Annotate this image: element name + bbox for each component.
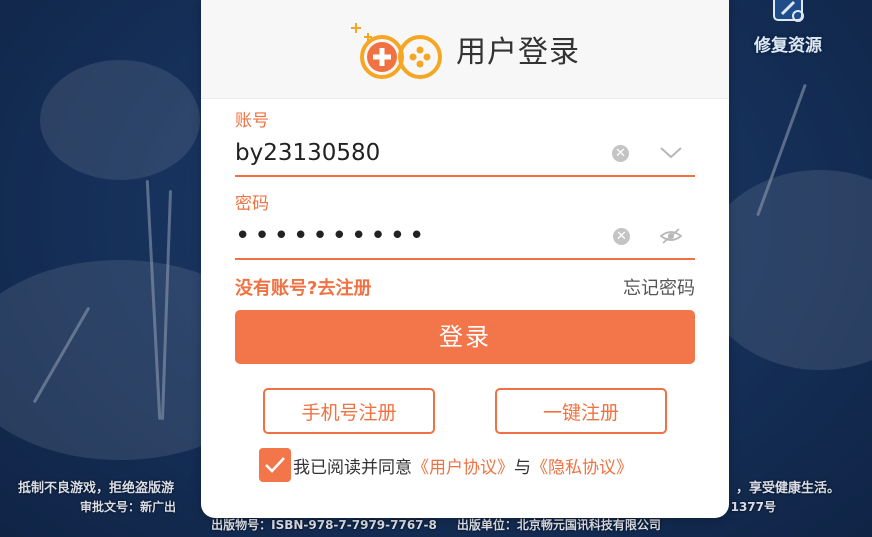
login-form: 账号 by23130580 ✕ 密码 •••••••••• ✕ 没有账号?去注册… (235, 98, 695, 482)
phone-register-button[interactable]: 手机号注册 (263, 388, 435, 434)
one-click-register-button[interactable]: 一键注册 (495, 388, 667, 434)
password-field[interactable]: •••••••••• ✕ (235, 214, 695, 260)
account-label: 账号 (235, 111, 269, 131)
agreement-row: 我已阅读并同意 《用户协议》 与 《隐私协议》 (235, 448, 695, 482)
agreement-prefix: 我已阅读并同意 (293, 457, 412, 478)
clear-account-icon[interactable]: ✕ (612, 144, 629, 162)
register-options: 手机号注册 一键注册 (235, 388, 695, 434)
dialog-title: 用户登录 (456, 35, 580, 70)
forgot-password-link[interactable]: 忘记密码 (623, 274, 695, 300)
password-input[interactable]: •••••••••• (235, 221, 613, 251)
account-field[interactable]: by23130580 ✕ (235, 131, 695, 177)
login-button[interactable]: 登录 (235, 310, 695, 364)
checkmark-icon (265, 457, 285, 473)
gamepad-plus-logo (351, 23, 442, 79)
repair-resources-button[interactable]: 修复资源 (750, 0, 826, 56)
footer-line1-left: 抵制不良游戏，拒绝盗版游 (18, 481, 175, 496)
clear-password-icon[interactable]: ✕ (613, 227, 630, 245)
agreement-checkbox[interactable] (259, 448, 291, 482)
password-label: 密码 (235, 194, 269, 214)
eye-off-icon[interactable] (660, 228, 682, 244)
chevron-down-icon[interactable] (659, 146, 683, 160)
account-input[interactable]: by23130580 (235, 140, 612, 166)
repair-resources-label: 修复资源 (754, 36, 822, 56)
footer-publish-number: 出版物号：ISBN-978-7-7979-7767-8 (211, 518, 437, 532)
agreement-joiner: 与 (514, 457, 531, 478)
footer-line1-right: ，享受健康生活。 (735, 481, 840, 496)
dialog-header: 用户登录 (201, 0, 729, 99)
register-link[interactable]: 没有账号?去注册 (235, 274, 371, 300)
edit-gear-icon (773, 0, 804, 22)
footer-line2-left: 审批文号：新广出 (80, 500, 177, 514)
user-agreement-link[interactable]: 《用户协议》 (412, 453, 514, 478)
privacy-policy-link[interactable]: 《隐私协议》 (531, 453, 633, 478)
footer-publisher: 出版单位：北京畅元国讯科技有限公司 (456, 518, 661, 532)
auth-links: 没有账号?去注册 忘记密码 (235, 274, 695, 300)
footer-line2-right: 1377号 (730, 500, 776, 514)
login-dialog: 用户登录 账号 by23130580 ✕ 密码 •••••••••• ✕ 没有账… (201, 0, 729, 518)
